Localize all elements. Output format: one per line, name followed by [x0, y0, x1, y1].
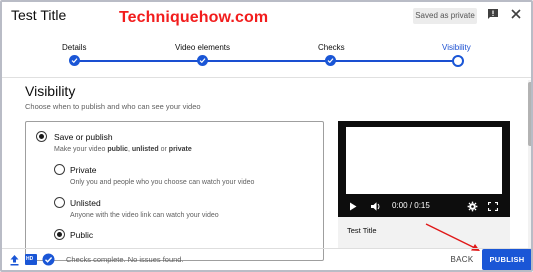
header-divider [2, 77, 531, 78]
desc-or: or [158, 146, 169, 153]
step-node-details[interactable] [69, 55, 80, 66]
feedback-icon[interactable] [487, 8, 499, 20]
save-or-publish-label[interactable]: Save or publish [54, 132, 113, 142]
dialog-title: Test Title [11, 7, 67, 23]
step-label-details[interactable]: Details [62, 43, 86, 52]
stepper-progress-line [75, 60, 457, 62]
play-icon[interactable] [349, 202, 357, 211]
checkmark-icon [71, 58, 78, 64]
video-frame [346, 127, 502, 194]
save-or-publish-desc: Make your video public, unlisted or priv… [54, 146, 192, 153]
desc-unlisted: unlisted [131, 146, 159, 153]
volume-icon[interactable] [370, 201, 382, 212]
unlisted-label[interactable]: Unlisted [70, 198, 101, 208]
hd-icon-label: HD [26, 256, 34, 262]
public-radio[interactable] [54, 229, 65, 240]
fullscreen-icon[interactable] [488, 202, 498, 211]
back-button[interactable]: BACK [445, 251, 479, 269]
desc-prefix: Make your video [54, 146, 108, 153]
step-label-checks[interactable]: Checks [318, 43, 345, 52]
checks-complete-icon[interactable] [42, 253, 55, 266]
step-node-video-elements[interactable] [197, 55, 208, 66]
save-or-publish-radio[interactable] [36, 131, 47, 142]
upload-dialog: Test Title Techniquehow.com Saved as pri… [0, 0, 533, 272]
section-subtitle: Choose when to publish and who can see y… [25, 102, 201, 111]
public-label[interactable]: Public [70, 230, 93, 240]
settings-icon[interactable] [467, 201, 478, 212]
checkmark-icon [327, 58, 334, 64]
publish-button[interactable]: PUBLISH [482, 249, 531, 270]
unlisted-desc: Anyone with the video link can watch you… [70, 212, 219, 219]
upload-icon[interactable] [9, 254, 20, 266]
close-icon[interactable] [510, 8, 522, 20]
checks-status-text: Checks complete. No issues found. [66, 255, 184, 264]
watermark-text: Techniquehow.com [119, 9, 269, 26]
checkmark-icon [199, 58, 206, 64]
saved-status-badge: Saved as private [413, 8, 477, 24]
private-label[interactable]: Private [70, 165, 96, 175]
step-label-visibility[interactable]: Visibility [442, 43, 471, 52]
visibility-options-box [25, 121, 324, 261]
unlisted-radio[interactable] [54, 197, 65, 208]
desc-private: private [168, 146, 192, 153]
section-title: Visibility [25, 83, 76, 99]
video-time: 0:00 / 0:15 [392, 201, 430, 210]
private-radio[interactable] [54, 164, 65, 175]
step-label-video-elements[interactable]: Video elements [175, 43, 230, 52]
desc-public: public [107, 146, 128, 153]
preview-video-title: Test Title [347, 226, 377, 235]
hd-icon[interactable]: HD [25, 254, 37, 265]
private-desc: Only you and people who you choose can w… [70, 179, 255, 186]
step-node-checks[interactable] [325, 55, 336, 66]
step-node-visibility[interactable] [452, 55, 464, 67]
footer-divider [2, 248, 531, 249]
scrollbar-thumb[interactable] [528, 82, 531, 146]
